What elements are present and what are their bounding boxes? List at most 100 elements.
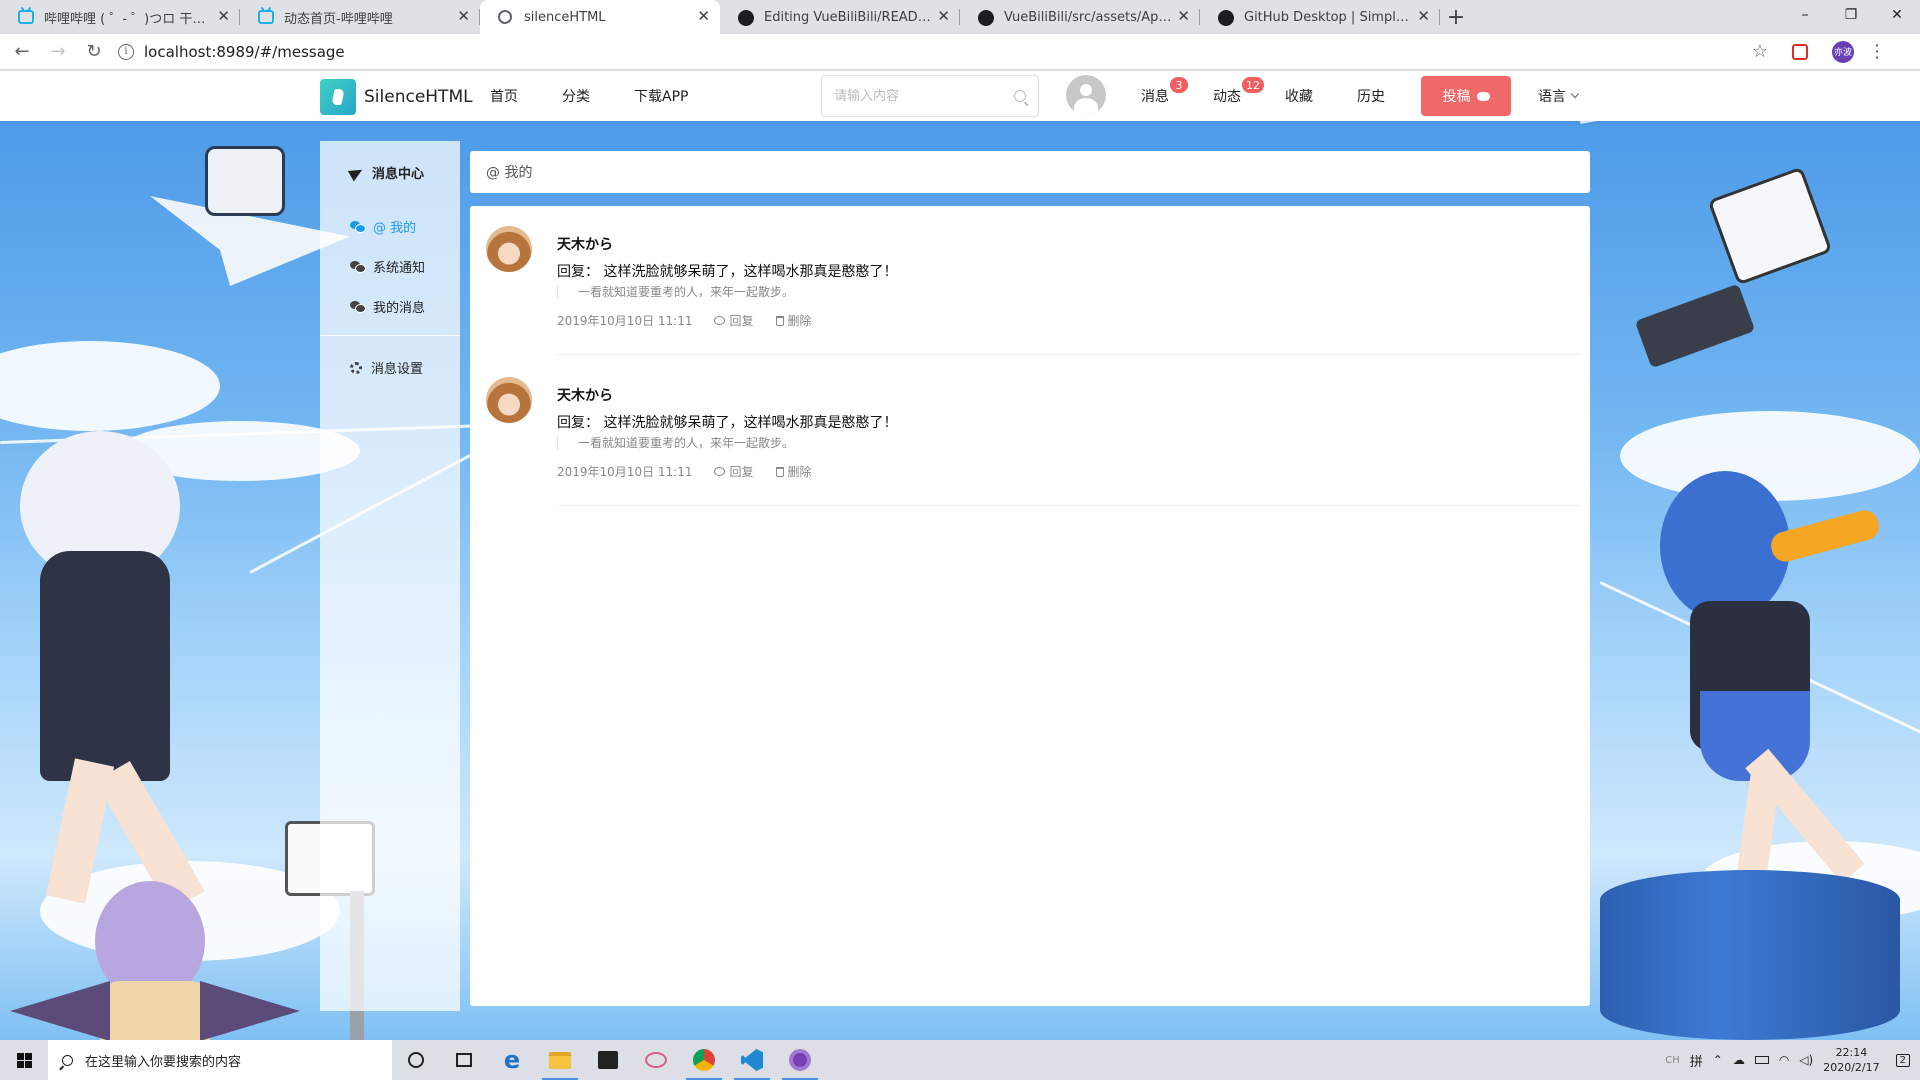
bookmark-star-icon[interactable]: ☆ (1752, 41, 1768, 62)
sender-name[interactable]: 天木から (557, 385, 613, 405)
nav-favorites[interactable]: 收藏 (1285, 71, 1313, 121)
nav-download-app[interactable]: 下载APP (634, 86, 688, 106)
delete-button[interactable]: 删除 (775, 463, 812, 480)
edge-button[interactable]: e (488, 1040, 536, 1080)
nav-messages[interactable]: 消息 3 (1141, 71, 1188, 121)
nav-messages-label: 消息 (1141, 89, 1169, 105)
sender-name[interactable]: 天木から (557, 234, 613, 254)
logo-icon (320, 79, 356, 115)
reload-icon[interactable]: ↻ (80, 38, 108, 66)
wifi-icon[interactable]: ◠ (1779, 1053, 1789, 1067)
tab-close-icon[interactable]: ✕ (457, 8, 470, 24)
cloud-upload-icon (1476, 91, 1490, 101)
chevron-down-icon (1570, 89, 1580, 99)
media-player-button[interactable] (776, 1040, 824, 1080)
message-divider (557, 354, 1580, 355)
forward-arrow-icon[interactable]: → (44, 38, 72, 66)
tab-title: 哔哩哔哩 ( ゜- ゜)つロ 干杯~-bilibili (44, 11, 212, 27)
nav-dynamic-label: 动态 (1213, 89, 1241, 105)
sidebar-divider (320, 335, 460, 336)
browser-tab[interactable]: 哔哩哔哩 ( ゜- ゜)つロ 干杯~-bilibili ✕ (0, 0, 240, 34)
delete-label: 删除 (787, 465, 812, 479)
task-view-button[interactable] (440, 1040, 488, 1080)
notification-center-icon[interactable]: 2 (1895, 1053, 1910, 1067)
system-clock[interactable]: 22:14 2020/2/17 (1823, 1045, 1879, 1075)
back-arrow-icon[interactable]: ← (8, 38, 36, 66)
chrome-icon (693, 1049, 715, 1071)
browser-menu-icon[interactable]: ⋮ (1868, 42, 1886, 61)
search-icon (62, 1054, 73, 1066)
post-button[interactable]: 投稿 (1421, 76, 1511, 116)
onedrive-icon[interactable]: ☁ (1733, 1053, 1745, 1067)
windows-logo-icon (16, 1052, 32, 1068)
message-list-panel: 天木から 回复： 这样洗脸就够呆萌了，这样喝水那真是憨憨了！ 一看就知道要重考的… (470, 206, 1590, 1006)
clock-date: 2020/2/17 (1823, 1061, 1880, 1074)
close-window-button[interactable]: ✕ (1874, 0, 1920, 30)
start-button[interactable] (0, 1040, 48, 1080)
file-explorer-button[interactable] (536, 1040, 584, 1080)
dynamic-badge: 12 (1242, 77, 1264, 93)
extension-icon[interactable] (1792, 43, 1808, 60)
nav-home[interactable]: 首页 (490, 86, 518, 106)
nav-dynamic[interactable]: 动态 12 (1213, 71, 1264, 121)
message-sidebar: 消息中心 @ 我的 系统通知 我的消息 消息设置 (320, 141, 460, 1011)
reply-button[interactable]: 回复 (714, 312, 754, 329)
bilibili-icon (258, 10, 274, 24)
url-field[interactable]: i localhost:8989/#/message ☆ (118, 37, 1768, 67)
tab-close-icon[interactable]: ✕ (697, 8, 710, 24)
reply-button[interactable]: 回复 (714, 463, 754, 480)
nav-categories[interactable]: 分类 (562, 86, 590, 106)
sender-avatar[interactable] (486, 377, 532, 423)
battery-icon[interactable] (1754, 1056, 1769, 1064)
tab-close-icon[interactable]: ✕ (217, 8, 230, 24)
messages-badge: 3 (1170, 77, 1188, 93)
tab-close-icon[interactable]: ✕ (937, 8, 950, 24)
search-icon[interactable] (1014, 90, 1026, 102)
maximize-button[interactable]: ❐ (1828, 0, 1874, 30)
tab-close-icon[interactable]: ✕ (1177, 8, 1190, 24)
nav-history[interactable]: 历史 (1357, 71, 1385, 121)
vscode-icon (741, 1049, 763, 1071)
ime-indicator[interactable]: CH (1665, 1055, 1680, 1066)
language-dropdown[interactable]: 语言 (1538, 71, 1580, 121)
user-avatar[interactable] (1066, 75, 1106, 115)
profile-avatar[interactable]: 亦波 (1832, 40, 1854, 63)
cortana-icon (408, 1052, 424, 1068)
sidebar-item-label: 我的消息 (373, 301, 426, 316)
globe-icon (498, 10, 512, 24)
new-tab-button[interactable]: + (1440, 0, 1472, 34)
site-logo[interactable]: SilenceHTML (320, 79, 473, 115)
minimize-button[interactable]: – (1782, 0, 1828, 30)
delete-button[interactable]: 删除 (775, 312, 812, 329)
sender-avatar[interactable] (486, 226, 532, 272)
ime-mode-indicator[interactable]: 拼 (1690, 1051, 1703, 1070)
browser-tab[interactable]: 动态首页-哔哩哔哩 ✕ (240, 0, 480, 34)
post-button-label: 投稿 (1442, 89, 1471, 105)
store-button[interactable] (584, 1040, 632, 1080)
sidebar-item-my-messages[interactable]: 我的消息 (350, 297, 425, 316)
sidebar-item-message-settings[interactable]: 消息设置 (350, 358, 423, 377)
message-divider (557, 505, 1580, 506)
browser-tab[interactable]: Editing VueBiliBili/README.md ✕ (720, 0, 960, 34)
cortana-button[interactable] (392, 1040, 440, 1080)
browser-tab[interactable]: GitHub Desktop | Simple collab ✕ (1200, 0, 1440, 34)
tab-close-icon[interactable]: ✕ (1417, 8, 1430, 24)
taskbar-search[interactable]: 在这里输入你要搜索的内容 (48, 1040, 392, 1080)
browser-tab-active[interactable]: silenceHTML ✕ (480, 0, 720, 34)
vscode-button[interactable] (728, 1040, 776, 1080)
site-info-icon[interactable]: i (118, 43, 134, 60)
browser-tab[interactable]: VueBiliBili/src/assets/AppShot ✕ (960, 0, 1200, 34)
message-meta: 2019年10月10日 11:11 回复 删除 (557, 463, 812, 480)
sidebar-item-system-notice[interactable]: 系统通知 (350, 257, 425, 276)
gear-icon (350, 361, 362, 374)
volume-icon[interactable]: ◁) (1799, 1053, 1813, 1067)
search-input[interactable] (834, 88, 1014, 104)
paint-button[interactable] (632, 1040, 680, 1080)
sidebar-item-label: 系统通知 (373, 261, 426, 276)
site-header: SilenceHTML 首页 分类 下载APP 消息 3 动态 12 收藏 历史… (0, 71, 1920, 121)
chevron-up-icon[interactable]: ⌃ (1713, 1053, 1723, 1067)
chrome-button[interactable] (680, 1040, 728, 1080)
sidebar-item-at-me[interactable]: @ 我的 (350, 217, 416, 236)
clock-time: 22:14 (1835, 1046, 1868, 1059)
reply-label: 回复 (729, 465, 754, 479)
